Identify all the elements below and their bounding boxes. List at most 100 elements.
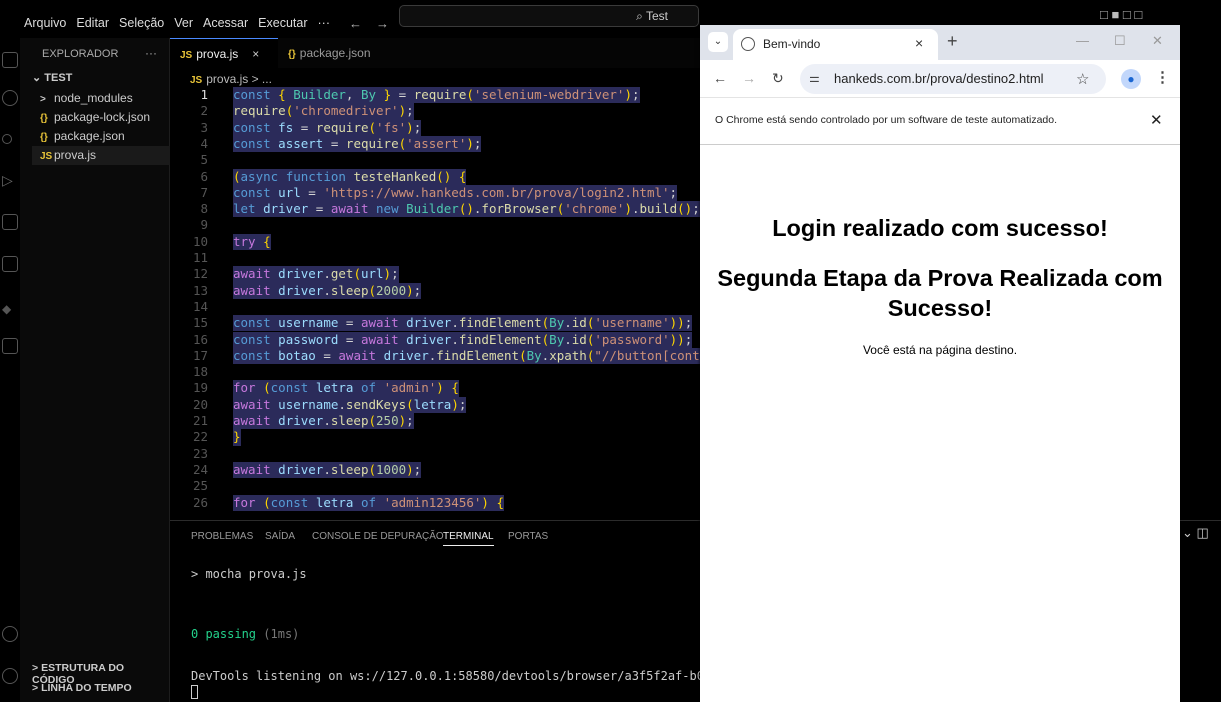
code-text: await driver.sleep(250); (233, 413, 414, 430)
code-text: try { (233, 233, 271, 250)
kebab-menu-icon[interactable]: ⋮ (1155, 68, 1170, 86)
terminal-duration: (1ms) (263, 627, 300, 641)
activity-bar: ▷ ◆ (0, 38, 20, 702)
command-center[interactable]: ⌕ Test (399, 5, 699, 27)
menu-file[interactable]: Arquivo (19, 16, 71, 30)
close-tab-icon[interactable]: × (915, 35, 923, 51)
tree-item-prova-js[interactable]: JS prova.js (32, 146, 170, 165)
close-window-icon[interactable]: ✕ (1152, 33, 1163, 49)
new-tab-icon[interactable]: + (947, 31, 958, 52)
chrome-title-bar: ⌄ Bem-vindo × + — ☐ ✕ (700, 25, 1180, 60)
terminal-devtools: DevTools listening on ws://127.0.0.1:585… (191, 669, 784, 683)
menu-edit[interactable]: Editar (71, 16, 114, 30)
js-file-icon: JS (40, 151, 53, 162)
menu-selection[interactable]: Seleção (114, 16, 169, 30)
workspace-folder[interactable]: ⌄ TEST (32, 71, 72, 84)
docker-icon[interactable]: ◆ (2, 300, 18, 316)
minimize-icon[interactable]: — (1076, 33, 1089, 48)
line-number: 1 (200, 87, 208, 102)
chrome-window: ⌄ Bem-vindo × + — ☐ ✕ ← → ↻ ⚌ hankeds.co… (700, 25, 1180, 702)
breadcrumb-path: prova.js > ... (206, 72, 272, 86)
menu-run[interactable]: Executar (253, 16, 312, 30)
menu-go[interactable]: Acessar (198, 16, 253, 30)
line-number: 8 (200, 201, 208, 217)
run-debug-icon[interactable]: ▷ (2, 172, 18, 188)
code-text: await driver.get(url); (233, 266, 399, 283)
globe-icon (741, 37, 755, 51)
more-actions-icon[interactable]: ··· (145, 46, 157, 60)
extensions-icon[interactable] (2, 214, 18, 230)
code-text: require('chromedriver'); (233, 103, 414, 120)
tab-search-icon[interactable]: ⌄ (708, 32, 728, 52)
line-number: 16 (192, 331, 208, 347)
tab-terminal[interactable]: TERMINAL (443, 531, 494, 546)
line-number: 13 (192, 282, 208, 298)
line-number: 17 (192, 347, 208, 363)
testing-icon[interactable] (2, 256, 18, 272)
chrome-tab[interactable]: Bem-vindo × (733, 29, 938, 60)
page-subheading: Segunda Etapa da Prova Realizada com Suc… (717, 265, 1163, 321)
remote-explorer-icon[interactable] (2, 338, 18, 354)
reload-icon[interactable]: ↻ (772, 70, 784, 87)
code-text: (async function testeHanked() { (233, 168, 467, 185)
account-icon[interactable] (2, 626, 18, 642)
tree-item-package-json[interactable]: {} package.json (40, 127, 125, 146)
line-number: 12 (192, 266, 208, 282)
close-infobar-icon[interactable]: ✕ (1150, 111, 1163, 129)
code-editor[interactable]: 1 const { Builder, By } = require('seleni… (170, 87, 700, 517)
code-text: await driver.sleep(1000); (233, 461, 422, 479)
close-icon[interactable]: × (252, 47, 259, 61)
forward-arrow-icon[interactable]: → (376, 16, 389, 31)
url-text: hankeds.com.br/prova/destino2.html (834, 71, 1044, 86)
tab-debug-console[interactable]: CONSOLE DE DEPURAÇÃO (312, 531, 444, 542)
tab-package-json[interactable]: {} package.json (278, 38, 388, 68)
code-text: await driver.sleep(2000); (233, 282, 422, 299)
back-icon[interactable]: ← (713, 70, 727, 86)
code-text: const fs = require('fs'); (233, 119, 422, 136)
json-file-icon: {} (288, 49, 296, 60)
chevron-down-icon: ⌄ (32, 72, 45, 84)
tab-ports[interactable]: PORTAS (508, 531, 548, 542)
settings-gear-icon[interactable] (2, 668, 18, 684)
bookmark-star-icon[interactable]: ☆ (1076, 70, 1089, 88)
code-text: const assert = require('assert'); (233, 135, 482, 153)
forward-icon[interactable]: → (742, 70, 756, 86)
tab-output[interactable]: SAÍDA (265, 531, 295, 542)
terminal-cursor (191, 685, 198, 699)
back-arrow-icon[interactable]: ← (349, 16, 362, 31)
tab-problems[interactable]: PROBLEMAS (191, 531, 253, 542)
menu-view[interactable]: Ver (169, 16, 198, 30)
terminal-result: 0 passing (1ms) (191, 627, 299, 641)
code-text: const { Builder, By } = require('seleniu… (233, 87, 640, 104)
tab-prova-js[interactable]: JS prova.js × (170, 38, 278, 68)
code-text: for (const letra of 'admin123456') { (233, 494, 505, 511)
breadcrumb[interactable]: JS prova.js > ... (190, 72, 272, 86)
js-file-icon: JS (180, 50, 193, 61)
menu-more[interactable]: ··· (313, 16, 336, 30)
maximize-icon[interactable]: ☐ (1114, 33, 1126, 49)
panel-layout-icon[interactable]: ⌄ ◫ (1182, 525, 1209, 541)
line-number: 15 (192, 315, 208, 331)
explorer-icon[interactable] (2, 52, 18, 68)
chevron-right-icon: > (40, 94, 46, 105)
source-control-icon[interactable] (2, 134, 12, 144)
profile-avatar-icon[interactable]: ● (1121, 69, 1141, 89)
timeline-section[interactable]: > LINHA DO TEMPO (32, 682, 132, 694)
page-paragraph: Você está na página destino. (862, 343, 1018, 357)
tree-item-node-modules[interactable]: > node_modules (40, 89, 133, 108)
address-bar[interactable]: ⚌ hankeds.com.br/prova/destino2.html ☆ (800, 64, 1106, 94)
layout-controls[interactable]: □ ■ □ □ (1100, 7, 1142, 22)
search-icon[interactable] (2, 90, 18, 106)
explorer-sidebar: EXPLORADOR ··· ⌄ TEST > node_modules {} pa… (20, 38, 170, 702)
js-file-icon: JS (190, 75, 203, 86)
tree-item-label: node_modules (54, 91, 133, 105)
line-number: 4 (200, 135, 208, 151)
tab-label: prova.js (196, 47, 239, 61)
line-number: 10 (192, 233, 208, 249)
command-center-label: Test (645, 9, 668, 23)
site-info-icon[interactable]: ⚌ (809, 71, 820, 85)
tree-item-package-lock[interactable]: {} package-lock.json (40, 108, 150, 127)
tab-label: package.json (299, 46, 371, 60)
tab-title: Bem-vindo (763, 37, 821, 51)
line-number: 6 (200, 168, 208, 184)
